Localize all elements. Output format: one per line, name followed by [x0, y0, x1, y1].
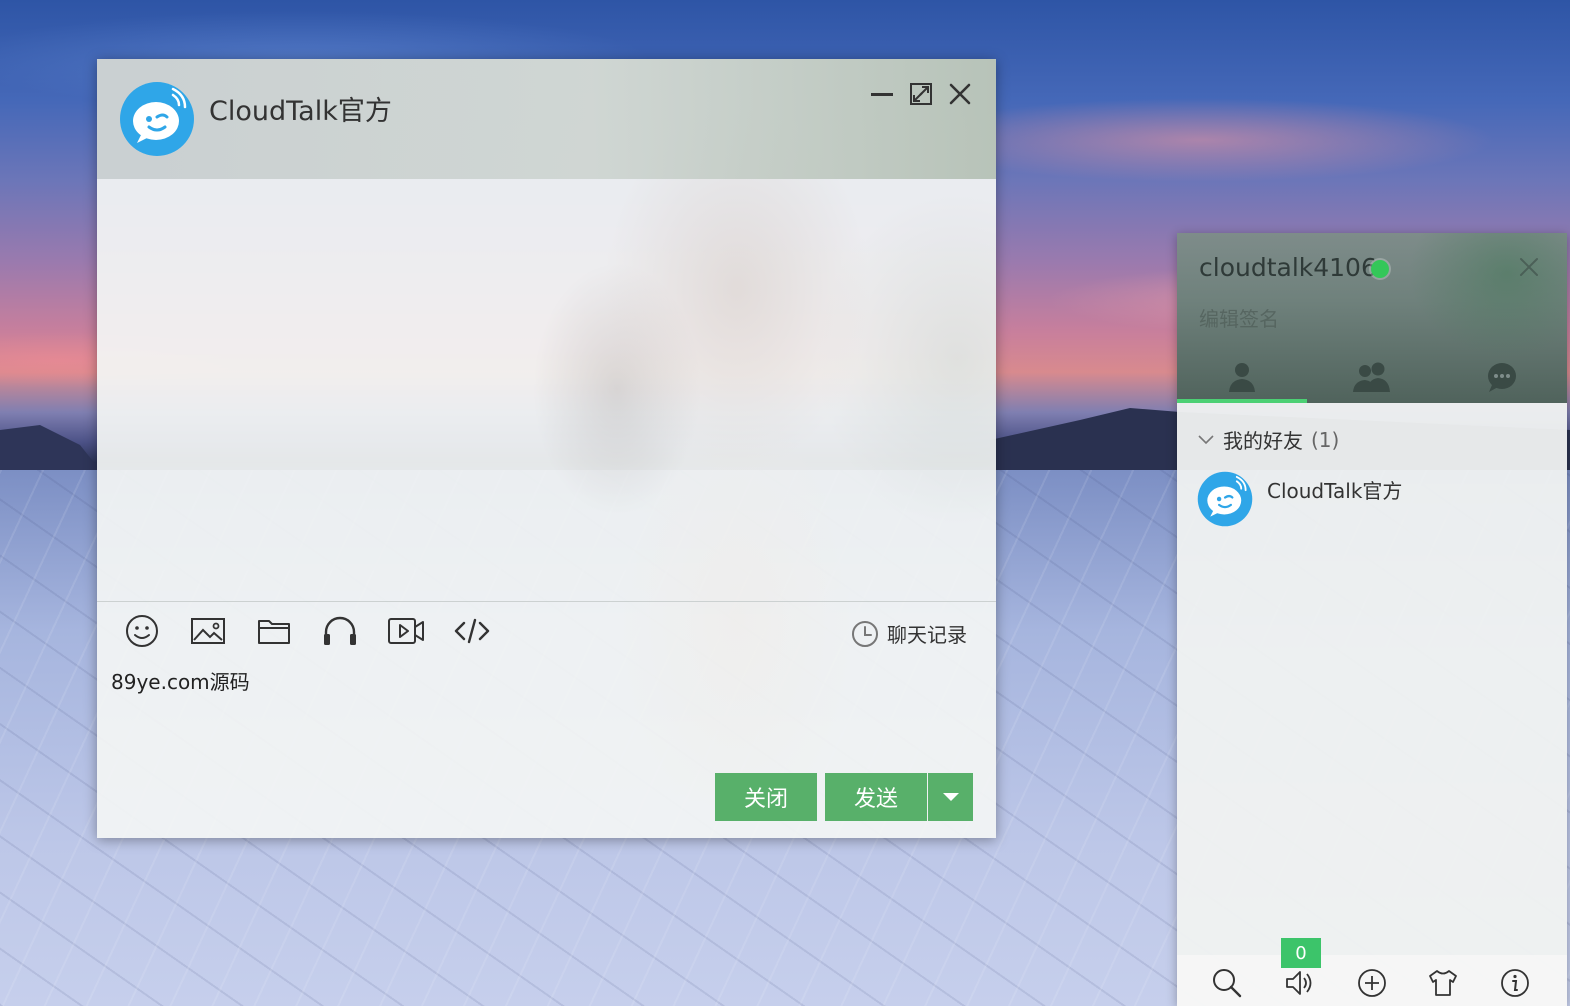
chevron-down-icon	[1198, 434, 1214, 444]
profile-username: cloudtalk4106	[1199, 253, 1377, 282]
maximize-icon[interactable]	[906, 79, 936, 109]
contact-item[interactable]: CloudTalk官方	[1197, 471, 1547, 531]
shirt-icon[interactable]	[1426, 966, 1460, 1000]
desktop-background: CloudTalk官方 聊天记录 89ye.com源码 关闭 发送 cloudt…	[0, 0, 1570, 1006]
friend-group-header[interactable]: 我的好友 (1)	[1197, 425, 1339, 454]
headphones-icon[interactable]	[320, 612, 360, 650]
caret-down-icon	[942, 793, 959, 801]
search-icon[interactable]	[1210, 966, 1244, 1000]
message-input[interactable]: 89ye.com源码	[111, 667, 981, 767]
chat-history-label: 聊天记录	[887, 623, 967, 647]
chat-history-link[interactable]: 聊天记录	[851, 619, 967, 648]
send-options-button[interactable]	[928, 773, 973, 821]
chat-window: CloudTalk官方 聊天记录 89ye.com源码 关闭 发送	[97, 59, 996, 838]
minimize-icon[interactable]	[867, 79, 897, 109]
tab-conversations[interactable]	[1437, 351, 1567, 403]
toolbar-divider	[97, 601, 996, 602]
group-name: 我的好友	[1223, 429, 1303, 453]
contacts-panel: cloudtalk4106 编辑签名 我的好友 (1) CloudTalk官方 …	[1177, 233, 1567, 1006]
image-icon[interactable]	[188, 612, 228, 650]
close-button[interactable]: 关闭	[715, 773, 817, 821]
clock-icon	[852, 620, 878, 647]
tab-friends[interactable]	[1177, 351, 1307, 403]
users-icon	[1353, 362, 1390, 392]
chat-bubble-icon	[1488, 363, 1516, 392]
message-history-area[interactable]	[97, 179, 996, 599]
close-icon[interactable]	[1517, 255, 1541, 279]
contact-name: CloudTalk官方	[1267, 479, 1403, 503]
tab-groups[interactable]	[1307, 351, 1437, 403]
chat-header[interactable]: CloudTalk官方	[97, 59, 996, 179]
chat-title: CloudTalk官方	[209, 96, 392, 127]
user-icon	[1229, 363, 1255, 392]
active-tab-indicator	[1177, 399, 1307, 403]
group-count: (1)	[1311, 427, 1340, 452]
video-icon[interactable]	[386, 612, 426, 650]
speaker-icon[interactable]	[1282, 966, 1316, 1000]
cloudtalk-logo-icon	[1197, 471, 1253, 527]
cloudtalk-logo-icon[interactable]	[119, 81, 195, 157]
notification-badge[interactable]: 0	[1281, 938, 1321, 968]
profile-header: cloudtalk4106 编辑签名	[1177, 233, 1567, 403]
send-button[interactable]: 发送	[825, 773, 927, 821]
folder-icon[interactable]	[254, 612, 294, 650]
code-icon[interactable]	[452, 612, 492, 650]
close-icon[interactable]	[945, 79, 975, 109]
profile-signature[interactable]: 编辑签名	[1199, 303, 1279, 332]
online-status-dot[interactable]	[1371, 260, 1389, 278]
add-icon[interactable]	[1355, 966, 1389, 1000]
info-icon[interactable]	[1498, 966, 1532, 1000]
emoji-icon[interactable]	[122, 612, 162, 650]
